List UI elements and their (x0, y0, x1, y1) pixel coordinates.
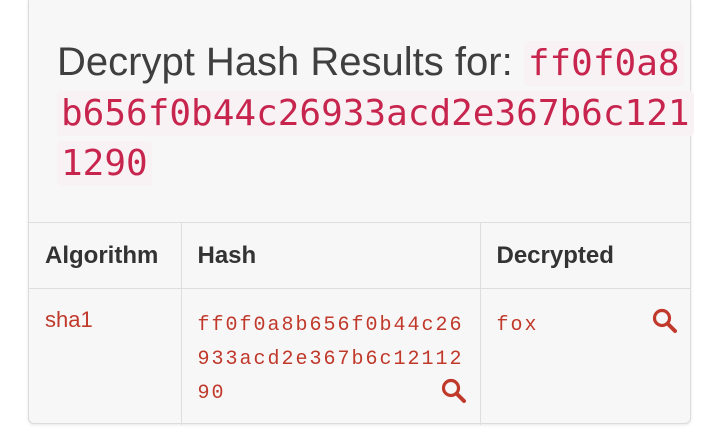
table-header-row: Algorithm Hash Decrypted (29, 222, 690, 289)
cell-hash: ff0f0a8b656f0b44c26933acd2e367b6c1211290 (180, 288, 480, 425)
page-title: Decrypt Hash Results for: ff0f0a8b656f0b… (57, 38, 697, 188)
results-panel: Decrypt Hash Results for: ff0f0a8b656f0b… (28, 0, 694, 425)
cell-algorithm: sha1 (29, 288, 181, 425)
results-table: Algorithm Hash Decrypted sha1 ff0f0a8b65… (29, 222, 690, 425)
algorithm-link[interactable]: sha1 (45, 307, 93, 332)
search-icon[interactable] (440, 377, 468, 405)
table-row: sha1 ff0f0a8b656f0b44c26933acd2e367b6c12… (29, 288, 690, 425)
column-header-decrypted: Decrypted (479, 222, 690, 289)
page-title-label: Decrypt Hash Results for: (57, 40, 513, 84)
decrypted-value: fox (496, 314, 539, 337)
column-header-algorithm: Algorithm (29, 222, 181, 289)
search-icon[interactable] (651, 307, 679, 335)
cell-decrypted: fox (479, 288, 690, 425)
column-header-hash: Hash (180, 222, 480, 289)
hash-value: ff0f0a8b656f0b44c26933acd2e367b6c1211290 (197, 314, 464, 405)
